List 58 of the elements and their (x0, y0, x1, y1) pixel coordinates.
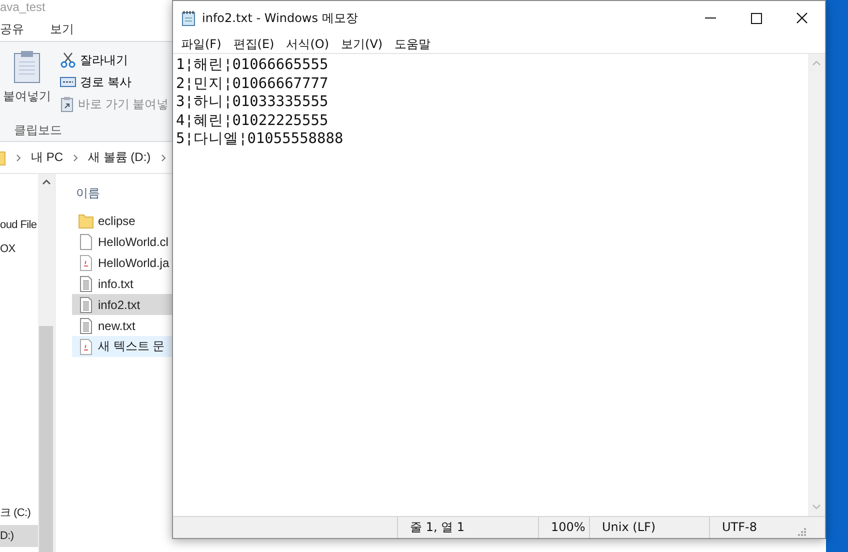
text-line: 4¦혜린¦01022225555 (176, 112, 330, 130)
scissors-icon (60, 52, 76, 68)
window-title: ava_test (0, 0, 46, 16)
menu-item[interactable]: 파일(F) (175, 35, 228, 53)
java-file-icon (78, 254, 94, 270)
folder-icon (0, 150, 6, 166)
file-item[interactable]: info2.txt (72, 294, 172, 315)
file-item[interactable]: new.txt (72, 315, 172, 336)
close-icon (796, 12, 808, 24)
menu-item[interactable]: 보기(V) (335, 35, 389, 53)
file-item[interactable]: info.txt (72, 273, 172, 294)
status-field: 100% (538, 517, 589, 538)
scrollbar[interactable] (808, 54, 825, 516)
ribbon-command[interactable]: 잘라내기 (58, 50, 171, 70)
text-line: 3¦하니¦01033335555 (176, 93, 330, 112)
chevron-icon (160, 154, 166, 162)
text-line: 5¦다니엘¦01055558888 (176, 130, 344, 148)
file-item[interactable]: 새 텍스트 문 (72, 336, 172, 357)
nav-item[interactable]: oud File (0, 214, 38, 236)
paste-button[interactable]: 붙여넣기 (0, 42, 54, 116)
breadcrumb[interactable]: 새 볼륨 (D:) (88, 149, 151, 166)
maximize-icon (750, 12, 762, 24)
column-header[interactable]: 이름 (72, 176, 136, 210)
ribbon-tab[interactable]: 보기 (50, 20, 74, 38)
text-file-icon (78, 296, 94, 312)
clipboard-icon (13, 50, 41, 84)
file-item[interactable]: HelloWorld.cl (72, 231, 172, 252)
text-line: 1¦해린¦01066665555 (176, 56, 330, 74)
chevron-icon (73, 154, 78, 162)
text-file-icon (78, 276, 94, 292)
scrollbar[interactable] (38, 174, 55, 552)
file-item[interactable]: eclipse (72, 210, 172, 231)
text-line: 2¦민지¦01066667777 (176, 74, 330, 93)
nav-item[interactable]: D:) (0, 525, 38, 547)
path-icon (60, 76, 76, 88)
nav-item[interactable]: 크 (C:) (0, 502, 38, 524)
notepad-icon (181, 10, 196, 26)
nav-item[interactable]: OX (0, 238, 38, 260)
status-field: UTF-8 (709, 517, 796, 538)
resize-grip-icon (798, 528, 806, 536)
status-field: 줄 1, 열 1 (397, 517, 538, 538)
folder-icon (78, 212, 94, 228)
chevron-icon (16, 154, 21, 162)
file-item[interactable]: HelloWorld.ja (72, 252, 172, 273)
minimize-icon (704, 17, 716, 19)
shortcut-icon (60, 96, 74, 112)
ribbon-command[interactable]: 경로 복사 (58, 72, 171, 92)
group-label: 클립보드 (14, 122, 62, 139)
java-file-icon (78, 338, 94, 354)
menu-item[interactable]: 편집(E) (227, 35, 280, 53)
status-field: Unix (LF) (589, 517, 709, 538)
text-file-icon (78, 318, 94, 334)
ribbon-tab[interactable]: 공유 (0, 20, 24, 38)
file-icon (78, 234, 94, 250)
window-title: info2.txt - Windows 메모장 (202, 10, 359, 26)
breadcrumb[interactable]: 내 PC (31, 149, 64, 166)
menu-item[interactable]: 도움말 (388, 35, 437, 53)
menu-item[interactable]: 서식(O) (280, 35, 336, 53)
